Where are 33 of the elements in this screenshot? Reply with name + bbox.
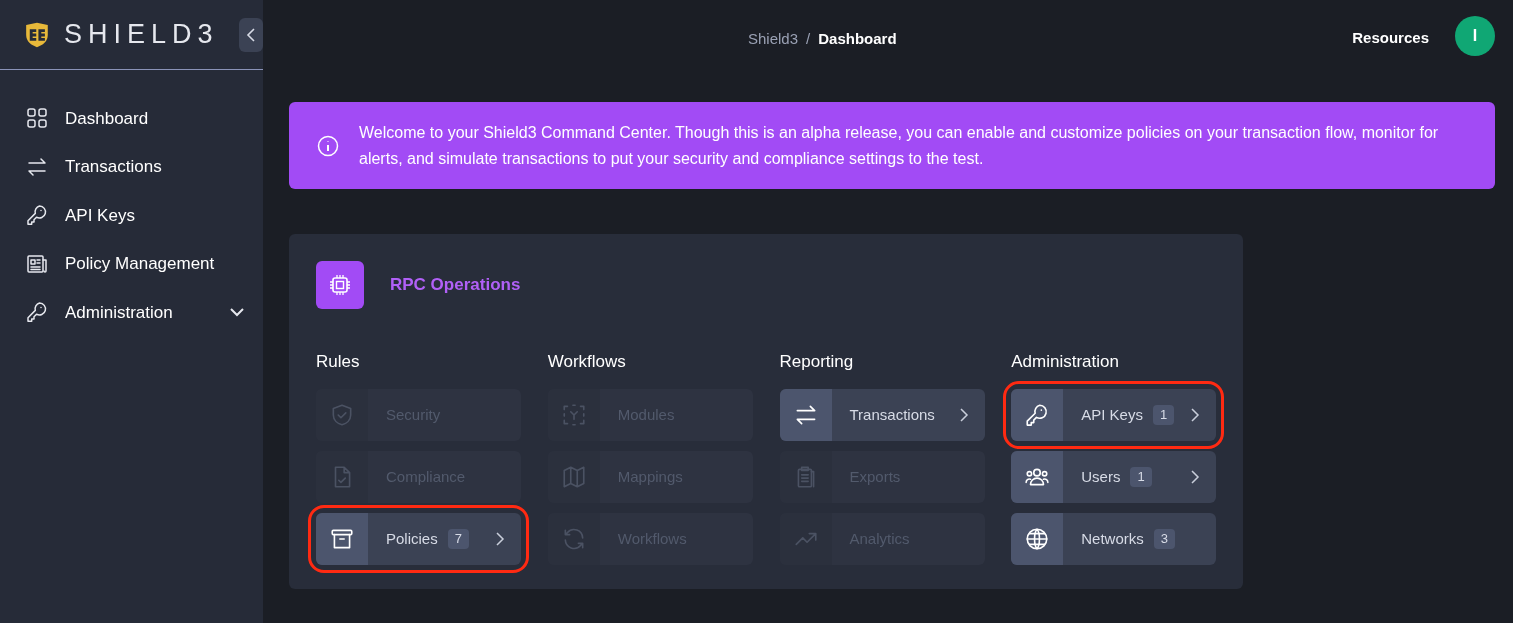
breadcrumb-current: Dashboard [818,29,897,49]
key-icon [25,300,49,325]
sidebar-item[interactable]: Policy Management [0,239,263,288]
sidebar-item[interactable]: Transactions [0,142,263,191]
tile-button[interactable]: Policies 7 [316,513,521,565]
tile-button[interactable]: Users 1 [1011,451,1217,503]
info-icon [317,134,339,157]
chip-icon [316,261,364,309]
collapse-button[interactable] [238,17,263,52]
welcome-message: Welcome to your Shield3 Command Center. Though this is an alpha release, you can enable and customize policies on your transaction flow, monitor for alerts, and simulate transactions to put your security and compliance settings to the test. [359,122,1440,169]
tile-button[interactable]: API Keys 1 [1011,389,1217,441]
frame-icon [560,402,587,428]
key-icon [25,203,49,228]
breadcrumb-separator: / [806,29,811,49]
count-badge: 3 [1153,529,1175,549]
count-badge: 1 [1152,405,1175,425]
count-badge: 1 [1130,467,1152,487]
breadcrumb-link[interactable]: Shield3 [748,28,799,51]
group-heading: Administration [1011,351,1120,373]
card-title: RPC Operations [390,274,521,297]
sidebar-item[interactable]: Dashboard [0,94,263,143]
sidebar-item[interactable]: API Keys [0,191,263,240]
group-heading: Rules [316,351,361,373]
map-icon [560,464,587,490]
count-badge: 7 [447,529,469,549]
resources-link[interactable]: Resources [1352,26,1429,50]
group-heading: Workflows [547,351,627,373]
grid-icon [25,106,49,131]
tile-button[interactable]: Transactions [779,389,985,441]
chevron-left-icon [244,26,257,43]
tile-button[interactable]: Networks 3 [1011,513,1217,565]
sidebar-item[interactable]: Administration [0,288,263,337]
group-heading: Reporting [779,351,855,373]
